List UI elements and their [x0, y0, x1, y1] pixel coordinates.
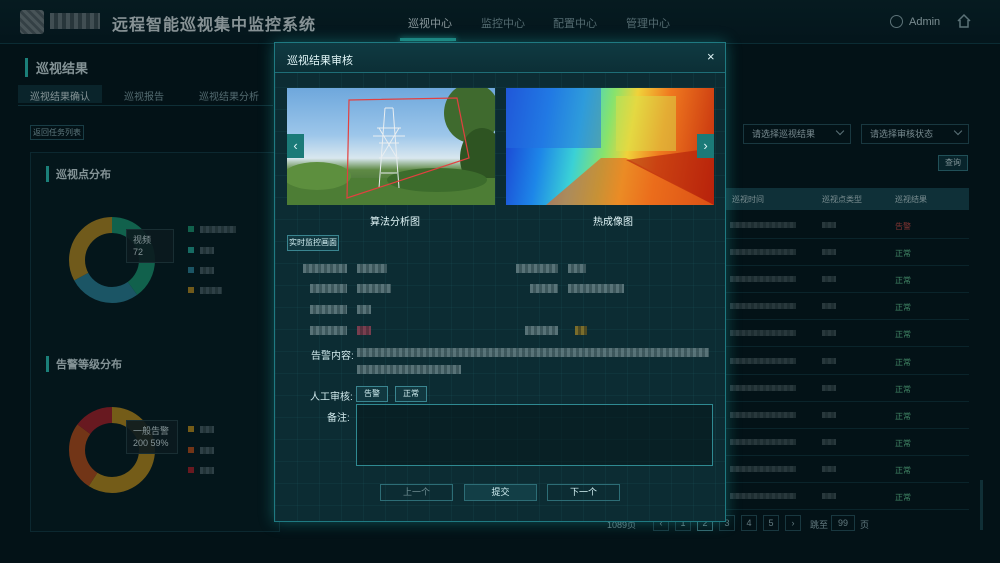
image1-caption: 算法分析图 [370, 217, 420, 228]
image2-caption: 热成像图 [593, 217, 633, 228]
review-modal: 巡视结果审核 × ‹ 算法分析图 › 热成像图 实时监控画面 告警内容: 人工审… [274, 42, 726, 522]
alarm-content-blurred [357, 365, 461, 374]
review-normal-button[interactable]: 正常 [395, 386, 427, 402]
submit-button[interactable]: 提交 [464, 484, 537, 501]
field-label-blurred [530, 284, 558, 293]
field-label-blurred [303, 264, 347, 273]
review-alarm-button[interactable]: 告警 [356, 386, 388, 402]
modal-title: 巡视结果审核 [287, 55, 353, 67]
field-value-blurred [357, 305, 371, 314]
field-value-blurred [357, 264, 387, 273]
remark-textarea[interactable] [356, 404, 713, 466]
image-prev-arrow[interactable]: ‹ [287, 134, 304, 158]
tower-scene [287, 88, 495, 205]
modal-header: 巡视结果审核 × [275, 43, 725, 73]
thermal-image[interactable] [506, 88, 714, 205]
prev-item-button[interactable]: 上一个 [380, 484, 453, 501]
remark-label: 备注: [327, 413, 350, 424]
image-next-arrow[interactable]: › [697, 134, 714, 158]
field-label-blurred [525, 326, 558, 335]
manual-review-label: 人工审核: [310, 392, 353, 403]
field-label-blurred [516, 264, 558, 273]
live-monitor-button[interactable]: 实时监控画面 [287, 235, 339, 251]
field-label-blurred [310, 305, 347, 314]
thermal-scene [506, 88, 714, 205]
field-value-blurred [568, 264, 586, 273]
field-value-blurred [357, 326, 371, 335]
alarm-content-blurred [357, 348, 709, 357]
field-label-blurred [310, 326, 347, 335]
next-item-button[interactable]: 下一个 [547, 484, 620, 501]
field-value-blurred [568, 284, 624, 293]
algorithm-analysis-image[interactable] [287, 88, 495, 205]
close-icon[interactable]: × [707, 49, 715, 64]
field-value-blurred [357, 284, 391, 293]
alarm-content-label: 告警内容: [311, 351, 354, 362]
field-value-blurred [575, 326, 587, 335]
field-label-blurred [310, 284, 347, 293]
